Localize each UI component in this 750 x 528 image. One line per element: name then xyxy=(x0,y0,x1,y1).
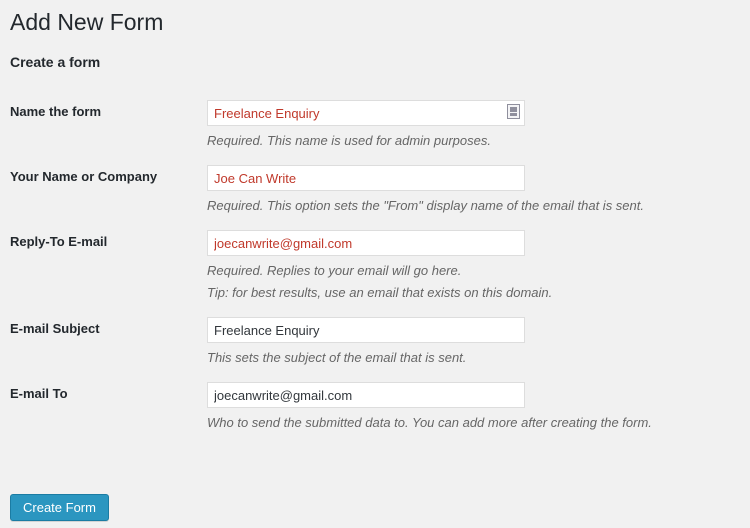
field-cell-name-the-form: Required. This name is used for admin pu… xyxy=(207,92,750,157)
your-name-or-company-input[interactable] xyxy=(207,165,525,191)
form-fields-body: Name the form Required. This name is use… xyxy=(0,92,750,439)
form-row-reply-to-email: Reply-To E-mail Required. Replies to you… xyxy=(0,222,750,309)
form-fields-table: Name the form Required. This name is use… xyxy=(0,92,750,439)
field-label-name-the-form: Name the form xyxy=(10,104,102,119)
input-wrap-your-name-or-company xyxy=(207,165,525,191)
form-row-name-the-form: Name the form Required. This name is use… xyxy=(0,92,750,157)
create-form-button[interactable]: Create Form xyxy=(10,494,109,521)
field-help-reply-to-email-2: Tip: for best results, use an email that… xyxy=(207,285,553,300)
input-wrap-email-to xyxy=(207,382,525,408)
field-label-your-name-or-company: Your Name or Company xyxy=(10,169,158,184)
field-help-reply-to-email-1: Required. Replies to your email will go … xyxy=(207,263,462,278)
form-row-your-name-or-company: Your Name or Company Required. This opti… xyxy=(0,157,750,222)
submit-area: Create Form xyxy=(10,494,109,521)
form-autofill-icon-top xyxy=(510,107,517,112)
field-cell-reply-to-email: Required. Replies to your email will go … xyxy=(207,222,750,309)
field-cell-email-subject: This sets the subject of the email that … xyxy=(207,309,750,374)
field-help-name-the-form-1: Required. This name is used for admin pu… xyxy=(207,133,491,148)
field-label-email-subject: E-mail Subject xyxy=(10,321,100,336)
input-wrap-reply-to-email xyxy=(207,230,525,256)
field-help-email-subject-1: This sets the subject of the email that … xyxy=(207,350,467,365)
email-subject-input[interactable] xyxy=(207,317,525,343)
input-wrap-name-the-form xyxy=(207,100,525,126)
input-wrap-email-subject xyxy=(207,317,525,343)
field-cell-your-name-or-company: Required. This option sets the "From" di… xyxy=(207,157,750,222)
form-row-email-to: E-mail To Who to send the submitted data… xyxy=(0,374,750,439)
field-label-email-to: E-mail To xyxy=(10,386,68,401)
page-title: Add New Form xyxy=(10,9,164,35)
form-autofill-icon[interactable] xyxy=(507,104,520,119)
email-to-input[interactable] xyxy=(207,382,525,408)
form-row-email-subject: E-mail Subject This sets the subject of … xyxy=(0,309,750,374)
reply-to-email-input[interactable] xyxy=(207,230,525,256)
field-help-email-to-1: Who to send the submitted data to. You c… xyxy=(207,415,652,430)
field-cell-email-to: Who to send the submitted data to. You c… xyxy=(207,374,750,439)
field-help-your-name-or-company-1: Required. This option sets the "From" di… xyxy=(207,198,644,213)
form-autofill-icon-bottom xyxy=(510,113,517,116)
add-new-form-page: Add New Form Create a form Name the form… xyxy=(0,0,750,528)
name-the-form-input[interactable] xyxy=(207,100,525,126)
field-label-reply-to-email: Reply-To E-mail xyxy=(10,234,108,249)
section-heading: Create a form xyxy=(10,54,101,70)
